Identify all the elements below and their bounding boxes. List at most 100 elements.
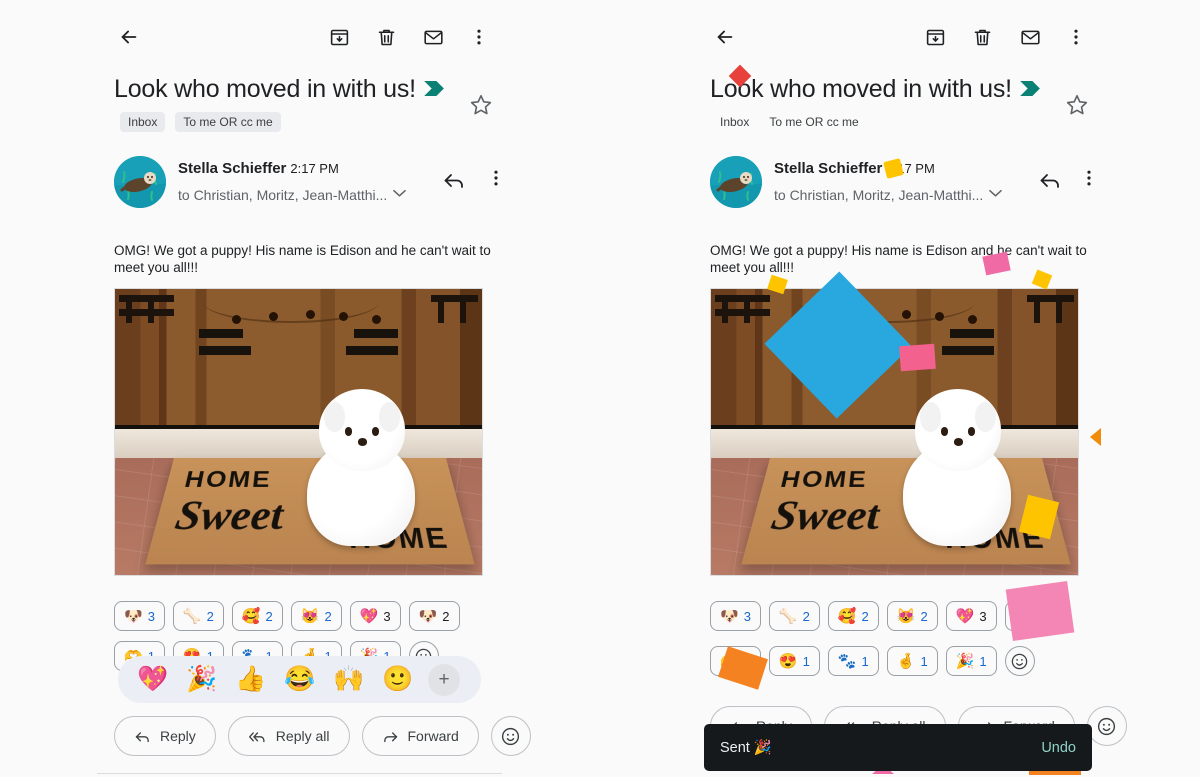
reaction-chip-heart-eyes-cat[interactable]: 😻 2 bbox=[886, 601, 938, 631]
archive-icon[interactable] bbox=[322, 20, 356, 54]
reply-all-label: Reply all bbox=[275, 728, 330, 744]
label-chip-inbox-after[interactable]: Inbox bbox=[718, 112, 751, 132]
reaction-chip-heart-eyes-cat[interactable]: 😻 2 bbox=[290, 601, 342, 631]
confetti-pink-rect-1 bbox=[899, 343, 936, 372]
message-more-options-icon-after[interactable] bbox=[1079, 168, 1099, 188]
label-chip-to-me-after[interactable]: To me OR cc me bbox=[767, 112, 860, 132]
reaction-count: 3 bbox=[743, 608, 751, 624]
bone-icon: 🦴 bbox=[778, 607, 798, 625]
heart-eyes-cat-icon: 😻 bbox=[300, 607, 320, 625]
reply-all-button[interactable]: Reply all bbox=[227, 716, 350, 756]
more-options-icon[interactable] bbox=[462, 20, 496, 54]
mark-unread-icon-after[interactable] bbox=[1013, 20, 1047, 54]
more-options-icon-after[interactable] bbox=[1059, 20, 1093, 54]
avatar[interactable] bbox=[114, 156, 166, 208]
add-reaction-button-after[interactable] bbox=[1086, 706, 1127, 746]
top-toolbar bbox=[0, 20, 600, 54]
reaction-chip-bone[interactable]: 🦴 2 bbox=[172, 601, 224, 631]
label-chip-inbox[interactable]: Inbox bbox=[120, 112, 166, 132]
action-buttons: Reply Reply all Forward bbox=[114, 716, 531, 756]
reaction-count: 3 bbox=[147, 608, 155, 624]
attachment-image[interactable]: HOME Sweet HOME bbox=[114, 288, 483, 576]
star-button-after[interactable] bbox=[1064, 92, 1092, 120]
important-marker-icon bbox=[424, 81, 445, 96]
sender-name-after: Stella Schieffer bbox=[774, 160, 883, 177]
reaction-count: 2 bbox=[265, 608, 273, 624]
reply-icon[interactable] bbox=[442, 168, 466, 192]
more-emoji-button[interactable]: + bbox=[428, 663, 460, 696]
reaction-count: 2 bbox=[442, 608, 450, 624]
delete-icon[interactable] bbox=[369, 20, 403, 54]
screenshot-stage: Look who moved in with us! Inbox To me O… bbox=[0, 0, 1200, 777]
sent-toast: Sent 🎉 Undo bbox=[704, 724, 1092, 771]
reaction-chip-smiling-face-with-hearts[interactable]: 🥰 2 bbox=[827, 601, 879, 631]
reply-label: Reply bbox=[160, 728, 196, 744]
chevron-down-icon[interactable] bbox=[393, 189, 407, 198]
mark-unread-icon[interactable] bbox=[416, 20, 450, 54]
reaction-row-1: 🐶 3 🦴 2 🥰 2 😻 2 💖 3 🐶 2 bbox=[114, 601, 460, 631]
sparkling-heart-icon: 💖 bbox=[955, 607, 975, 625]
sender-row: Stella Schieffer 2:17 PM to Christian, Mo… bbox=[114, 156, 594, 210]
reply-button[interactable]: Reply bbox=[114, 716, 216, 756]
undo-button[interactable]: Undo bbox=[1041, 740, 1076, 756]
confetti-pink-card-large bbox=[1005, 580, 1075, 642]
reaction-chip-dog-face[interactable]: 🐶 3 bbox=[710, 601, 761, 631]
add-reaction-chip[interactable] bbox=[1004, 646, 1035, 676]
reaction-chip-paw-prints[interactable]: 🐾1 bbox=[827, 646, 879, 676]
heart-eyes-cat-icon: 😻 bbox=[896, 607, 916, 625]
picker-emoji-hands[interactable]: 🙌 bbox=[326, 660, 372, 700]
star-button[interactable] bbox=[468, 92, 496, 120]
reaction-count: 3 bbox=[383, 608, 391, 624]
chevron-down-icon-after[interactable] bbox=[989, 189, 1003, 198]
reaction-chip-sparkling-heart[interactable]: 💖 3 bbox=[945, 601, 997, 631]
party-popper-icon: 🎉 bbox=[955, 652, 975, 670]
label-chips-after: Inbox To me OR cc me bbox=[718, 112, 861, 132]
reply-all-arrow-icon bbox=[248, 728, 267, 745]
reply-icon-after[interactable] bbox=[1038, 168, 1062, 192]
back-icon-after[interactable] bbox=[708, 20, 742, 54]
reaction-row-1-after: 🐶3🦴2🥰2😻2💖3🐶2 bbox=[710, 601, 1056, 631]
label-chip-to-me[interactable]: To me OR cc me bbox=[175, 112, 281, 132]
avatar-after[interactable] bbox=[710, 156, 762, 208]
doormat-line-1: HOME bbox=[181, 466, 273, 492]
emoji-picker-bar[interactable]: 💖 🎉 👍 😂 🙌 🙂 + bbox=[118, 656, 481, 703]
picker-emoji-smile[interactable]: 🙂 bbox=[375, 660, 421, 700]
sparkling-heart-icon: 💖 bbox=[359, 607, 379, 625]
archive-icon-after[interactable] bbox=[918, 20, 952, 54]
forward-arrow-icon bbox=[382, 728, 399, 745]
reaction-chip-heart-eyes[interactable]: 😍1 bbox=[768, 646, 820, 676]
reaction-chip-sparkling-heart[interactable]: 💖 3 bbox=[349, 601, 401, 631]
picker-emoji-thumbsup[interactable]: 👍 bbox=[228, 660, 274, 700]
dog-face-icon: 🐶 bbox=[720, 607, 739, 625]
picker-emoji-joy[interactable]: 😂 bbox=[277, 660, 323, 700]
reaction-chip-bone[interactable]: 🦴 2 bbox=[768, 601, 820, 631]
smiling-face-with-hearts-icon: 🥰 bbox=[837, 607, 857, 625]
reaction-chip-party-popper[interactable]: 🎉1 bbox=[945, 646, 997, 676]
reaction-count: 1 bbox=[861, 653, 869, 669]
reaction-chip-crossed-fingers[interactable]: 🤞1 bbox=[886, 646, 938, 676]
top-toolbar-after bbox=[600, 20, 1200, 54]
confetti-orange-triangle bbox=[1090, 428, 1101, 446]
reaction-count: 2 bbox=[206, 608, 214, 624]
picker-emoji-party[interactable]: 🎉 bbox=[179, 660, 225, 700]
reaction-chip-dog-face-2[interactable]: 🐶2 bbox=[408, 601, 460, 631]
picker-emoji-heart[interactable]: 💖 bbox=[130, 660, 176, 700]
reply-arrow-icon bbox=[134, 728, 151, 745]
reaction-chip-smiling-face-with-hearts[interactable]: 🥰 2 bbox=[231, 601, 283, 631]
crossed-fingers-icon: 🤞 bbox=[896, 652, 916, 670]
heart-eyes-icon: 😍 bbox=[778, 652, 798, 670]
reaction-count: 2 bbox=[324, 608, 332, 624]
message-more-options-icon[interactable] bbox=[486, 168, 506, 188]
reaction-count: 1 bbox=[920, 653, 928, 669]
sender-name: Stella Schieffer bbox=[178, 160, 287, 177]
reaction-count: 1 bbox=[802, 653, 810, 669]
reaction-chip-dog-face[interactable]: 🐶 3 bbox=[114, 601, 165, 631]
paw-prints-icon: 🐾 bbox=[837, 652, 857, 670]
back-icon[interactable] bbox=[112, 20, 146, 54]
forward-button[interactable]: Forward bbox=[361, 716, 479, 756]
delete-icon-after[interactable] bbox=[965, 20, 999, 54]
doormat-line-1-after: HOME bbox=[777, 466, 869, 492]
subject-text-after: Look who moved in with us! bbox=[710, 75, 1012, 103]
add-reaction-button[interactable] bbox=[490, 716, 531, 756]
puppy-after bbox=[898, 389, 1015, 547]
